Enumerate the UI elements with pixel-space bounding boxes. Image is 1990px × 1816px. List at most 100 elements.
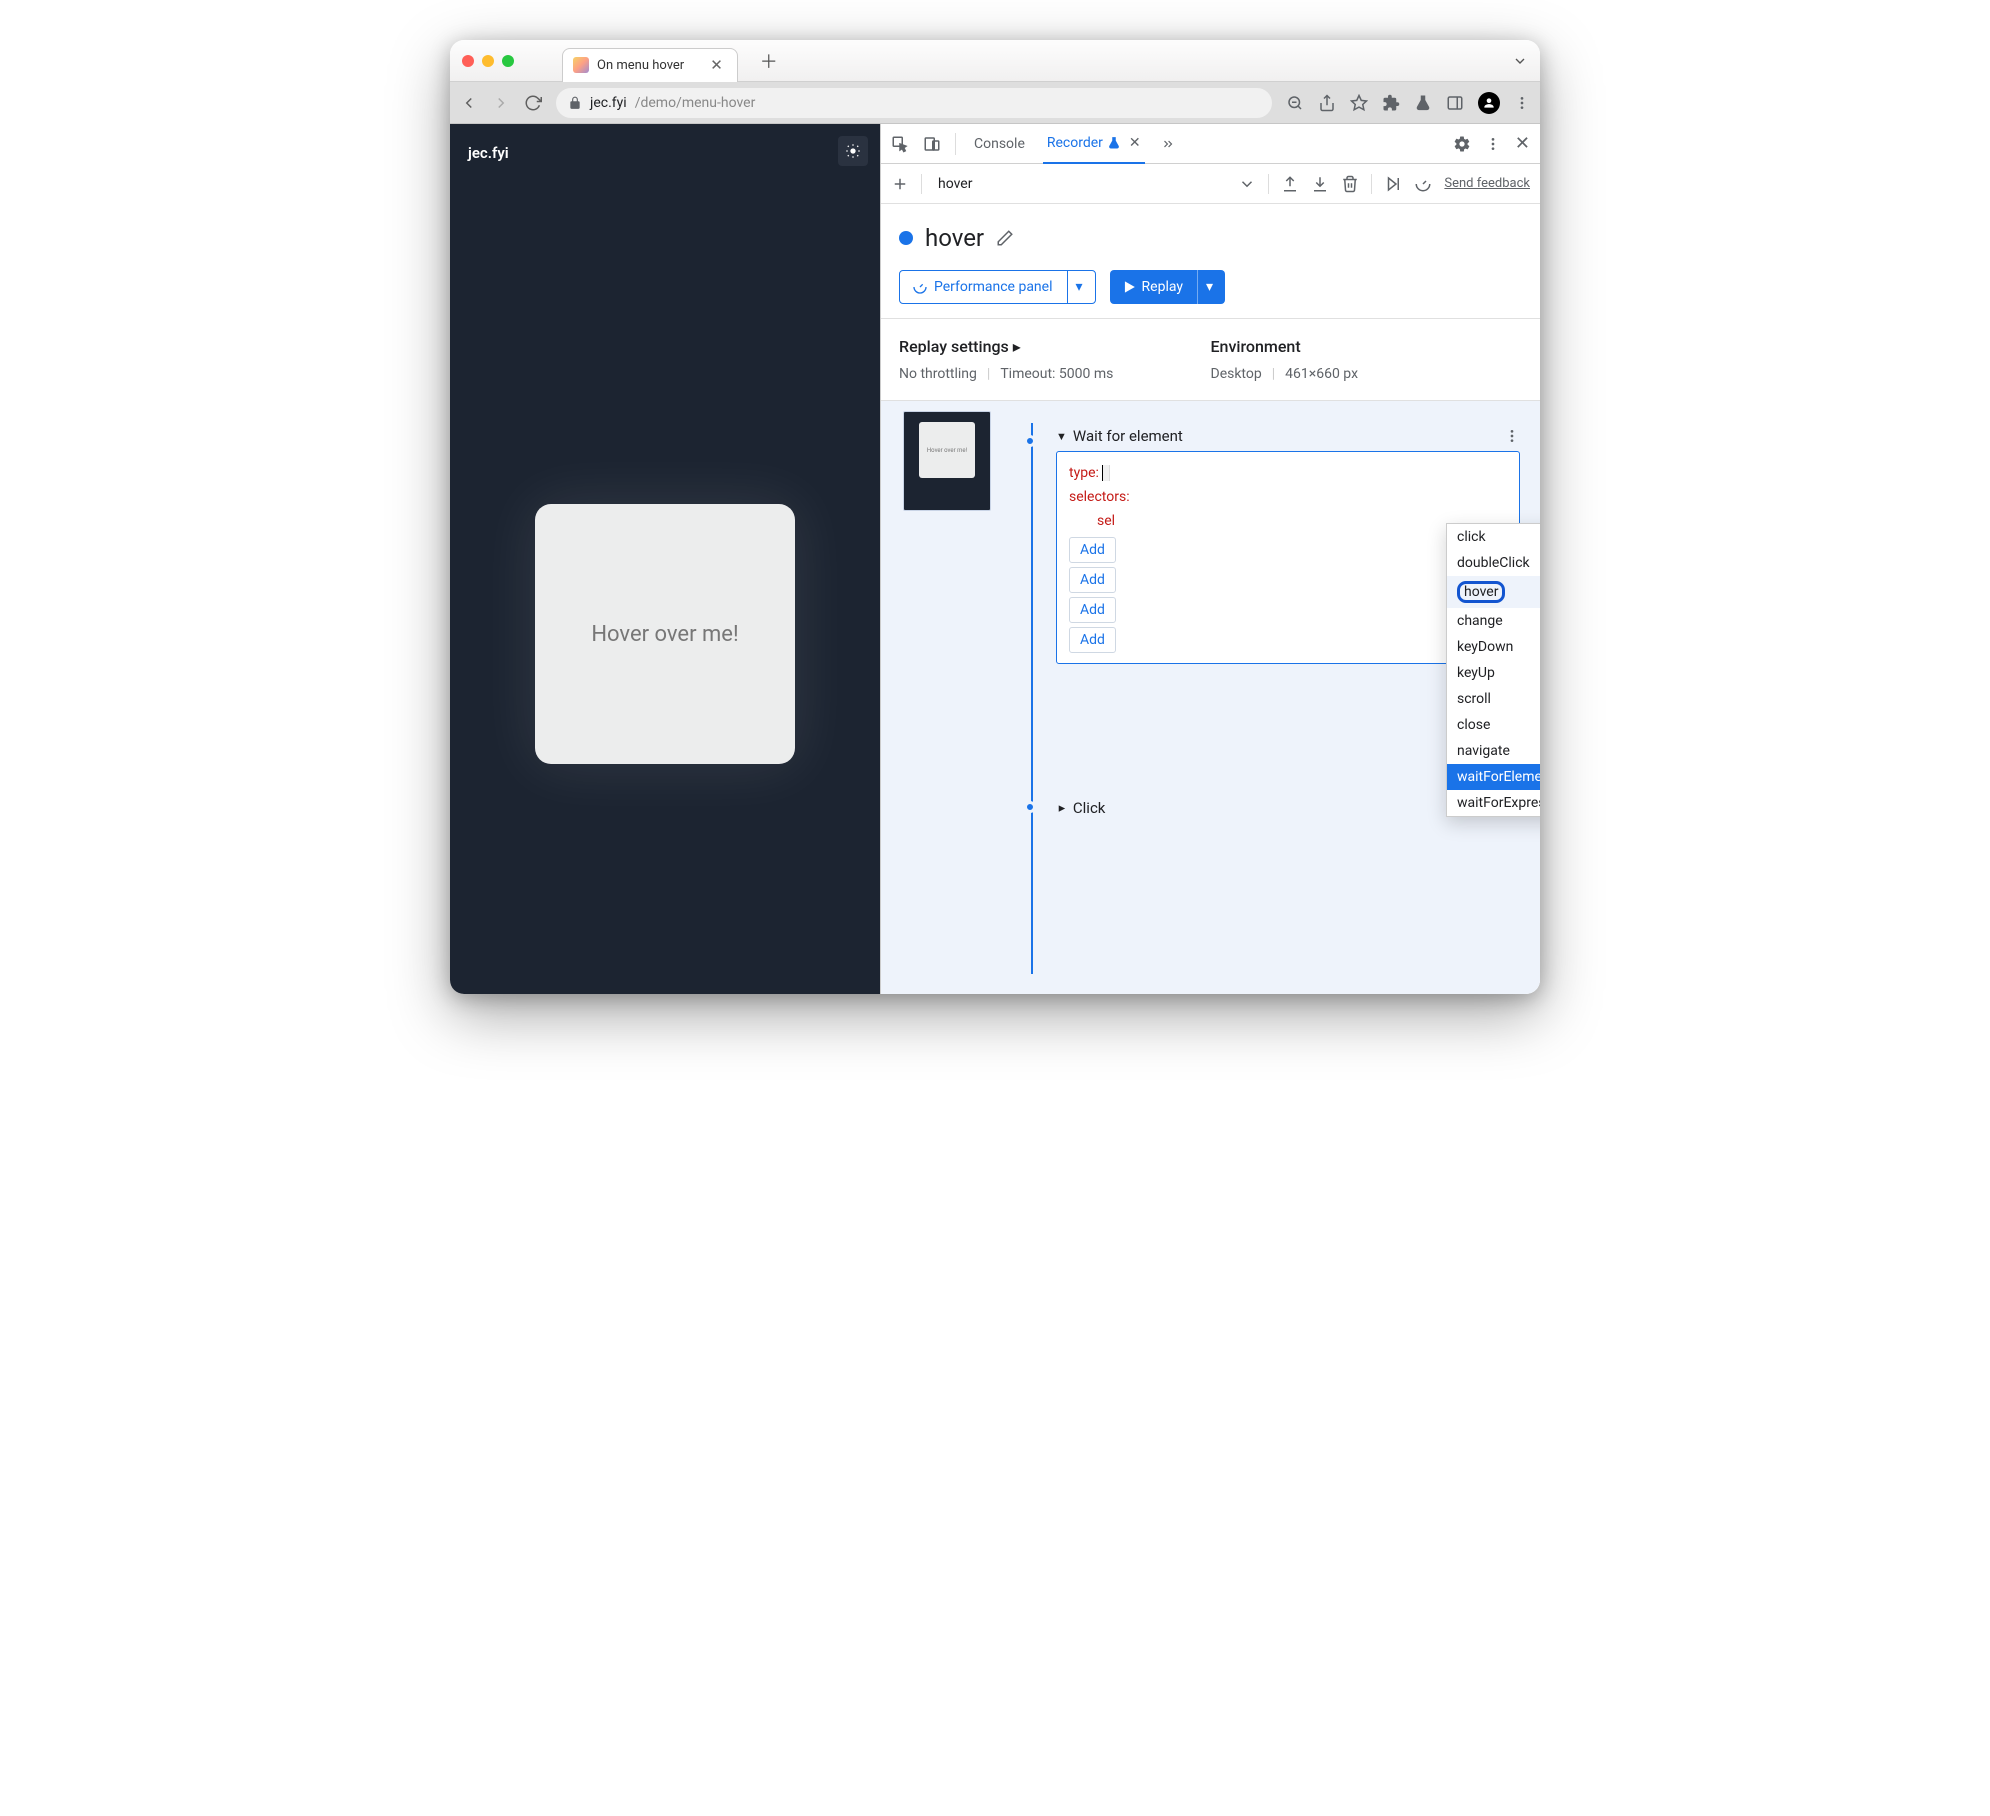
dropdown-option-navigate[interactable]: navigate [1447, 738, 1540, 764]
extensions-icon[interactable] [1382, 94, 1400, 112]
divider [1268, 174, 1269, 194]
forward-icon [492, 94, 510, 112]
thumbnail-card: Hover over me! [919, 422, 975, 478]
recorder-header: hover Performance panel ▾ Replay ▾ [881, 204, 1540, 318]
site-title: jec.fyi [468, 144, 862, 162]
add-button[interactable]: Add [1069, 627, 1116, 653]
hover-card-text: Hover over me! [591, 622, 738, 647]
omnibox[interactable]: jec.fyi/demo/menu-hover [556, 88, 1272, 118]
tab-console[interactable]: Console [970, 124, 1029, 164]
settings-icon[interactable] [1453, 135, 1471, 153]
play-icon [1122, 280, 1136, 294]
flask-icon [1107, 136, 1121, 150]
timeline-node [1024, 435, 1036, 447]
export-icon[interactable] [1281, 175, 1299, 193]
reload-icon[interactable] [524, 94, 542, 112]
maximize-window-icon[interactable] [502, 55, 514, 67]
browser-window: On menu hover ✕ ＋ jec.fyi/demo/menu-hove… [450, 40, 1540, 994]
new-tab-icon[interactable]: ＋ [760, 48, 778, 74]
traffic-lights [462, 55, 514, 67]
recording-dropdown-icon[interactable] [1238, 175, 1256, 193]
import-icon[interactable] [1311, 175, 1329, 193]
step-wait-for-element: ▼ Wait for element type: selectors: sel … [1056, 421, 1520, 664]
tab-title: On menu hover [597, 58, 684, 73]
url-bar: jec.fyi/demo/menu-hover [450, 82, 1540, 124]
performance-panel-button[interactable]: Performance panel ▾ [899, 270, 1096, 304]
replay-settings-heading[interactable]: Replay settings ▸ [899, 337, 1211, 356]
add-button[interactable]: Add [1069, 597, 1116, 623]
favicon-icon [573, 57, 589, 73]
browser-tab[interactable]: On menu hover ✕ [562, 48, 738, 82]
expand-icon: ▼ [1055, 803, 1068, 814]
minimize-window-icon[interactable] [482, 55, 494, 67]
step-title: Click [1073, 799, 1106, 817]
dropdown-option-click[interactable]: click [1447, 524, 1540, 550]
tabs-menu-icon[interactable] [1512, 53, 1528, 69]
step-menu-icon[interactable] [1504, 428, 1520, 444]
timeline-line [1031, 423, 1033, 974]
settings-row: Replay settings ▸ No throttling | Timeou… [881, 318, 1540, 401]
dropdown-option-close[interactable]: close [1447, 712, 1540, 738]
bookmark-icon[interactable] [1350, 94, 1368, 112]
perf-dropdown-icon[interactable]: ▾ [1067, 271, 1083, 303]
side-panel-icon[interactable] [1446, 94, 1464, 112]
more-tabs-icon[interactable] [1159, 137, 1177, 151]
dropdown-option-waitForElement[interactable]: waitForElement [1447, 764, 1540, 790]
step-thumbnail: Hover over me! [903, 411, 991, 511]
kebab-icon[interactable] [1485, 136, 1501, 152]
step-forward-icon[interactable] [1384, 175, 1402, 193]
rendered-page: jec.fyi Hover over me! [450, 124, 880, 994]
delete-icon[interactable] [1341, 175, 1359, 193]
speed-icon[interactable] [1414, 175, 1432, 193]
tab-close-icon[interactable]: ✕ [710, 56, 723, 74]
dropdown-option-hover[interactable]: hover [1447, 576, 1540, 608]
divider [921, 174, 922, 194]
divider [1371, 174, 1372, 194]
type-input-cursor[interactable] [1102, 465, 1109, 481]
tab-recorder[interactable]: Recorder ✕ [1043, 124, 1145, 164]
add-button[interactable]: Add [1069, 567, 1116, 593]
tab-close-icon[interactable]: ✕ [1129, 135, 1141, 151]
edit-name-icon[interactable] [996, 229, 1014, 247]
devtools-close-icon[interactable]: ✕ [1515, 133, 1530, 154]
dropdown-option-waitForExpression[interactable]: waitForExpression [1447, 790, 1540, 816]
theme-toggle-button[interactable] [838, 136, 868, 166]
steps-area: Hover over me! ▼ Wait for element type: … [881, 401, 1540, 994]
content-split: jec.fyi Hover over me! Console Recorder … [450, 124, 1540, 994]
inspect-icon[interactable] [891, 135, 909, 153]
dropdown-option-keyUp[interactable]: keyUp [1447, 660, 1540, 686]
dropdown-option-doubleClick[interactable]: doubleClick [1447, 550, 1540, 576]
step-header[interactable]: ▼ Wait for element [1056, 421, 1520, 451]
url-path: /demo/menu-hover [635, 95, 756, 111]
titlebar: On menu hover ✕ ＋ [450, 40, 1540, 82]
device-toggle-icon[interactable] [923, 135, 941, 153]
profile-avatar-icon[interactable] [1478, 92, 1500, 114]
collapse-icon: ▼ [1056, 430, 1067, 443]
env-device: Desktop [1211, 366, 1262, 382]
timeout-value: Timeout: 5000 ms [1000, 366, 1113, 382]
hover-card[interactable]: Hover over me! [535, 504, 795, 764]
divider [955, 133, 956, 155]
replay-button[interactable]: Replay ▾ [1110, 270, 1225, 304]
labs-icon[interactable] [1414, 94, 1432, 112]
recorder-toolbar: hover Send feedback [881, 164, 1540, 204]
recording-title: hover [925, 224, 984, 252]
close-window-icon[interactable] [462, 55, 474, 67]
send-feedback-link[interactable]: Send feedback [1444, 176, 1530, 191]
lock-icon [568, 96, 582, 110]
add-button[interactable]: Add [1069, 537, 1116, 563]
recording-name[interactable]: hover [934, 176, 976, 192]
dropdown-option-change[interactable]: change [1447, 608, 1540, 634]
chrome-menu-icon[interactable] [1514, 95, 1530, 111]
env-size: 461×660 px [1285, 366, 1358, 382]
replay-dropdown-icon[interactable]: ▾ [1197, 270, 1213, 304]
type-autocomplete-dropdown: clickdoubleClickhoverchangekeyDownkeyUps… [1446, 523, 1540, 817]
record-dot-icon [899, 231, 913, 245]
back-icon[interactable] [460, 94, 478, 112]
url-domain: jec.fyi [590, 95, 627, 111]
dropdown-option-scroll[interactable]: scroll [1447, 686, 1540, 712]
new-recording-icon[interactable] [891, 175, 909, 193]
dropdown-option-keyDown[interactable]: keyDown [1447, 634, 1540, 660]
zoom-out-icon[interactable] [1286, 94, 1304, 112]
share-icon[interactable] [1318, 94, 1336, 112]
